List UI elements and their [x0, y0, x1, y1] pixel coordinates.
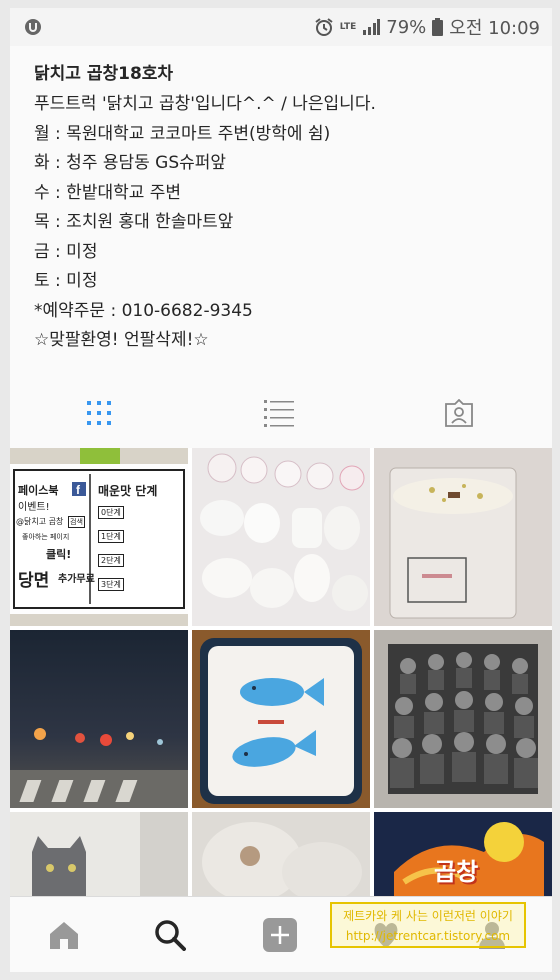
post-thumbnail[interactable]	[192, 448, 370, 626]
cat-photo	[10, 812, 188, 902]
add-post-icon	[263, 918, 297, 952]
post-text: 검색	[68, 516, 85, 528]
bio-line: 화 : 청주 용담동 GS슈퍼앞	[34, 153, 227, 173]
grid-icon	[87, 401, 111, 425]
post-text: 0단계	[98, 506, 124, 519]
post-thumbnail[interactable]: 곱창	[374, 812, 552, 902]
search-icon	[155, 920, 186, 951]
bio-line: ☆맞팔환영! 언팔삭제!☆	[34, 330, 209, 350]
bio-line: *예약주문 : 010-6682-9345	[34, 300, 253, 321]
post-grid: f 페이스북 이벤트! @닭치고 곱창 검색 좋아하는 페이지 클릭! 당면 추…	[10, 448, 552, 902]
watermark-url: http://jetrentcar.tistory.com	[345, 929, 511, 943]
candle-jar-photo	[374, 448, 552, 626]
clock: 오전 10:09	[449, 18, 540, 39]
album-cover-photo	[374, 630, 552, 808]
post-thumbnail[interactable]	[374, 630, 552, 808]
post-thumbnail[interactable]	[192, 812, 370, 902]
post-text: 추가무료	[58, 574, 95, 585]
network-type: LTE	[339, 21, 357, 32]
profile-name: 닭치고 곱창18호차	[34, 64, 174, 84]
tab-list-view[interactable]	[264, 398, 294, 428]
app-notification-icon	[25, 19, 41, 35]
bio-line: 월 : 목원대학교 코코마트 주변(방학에 쉼)	[34, 123, 331, 144]
post-thumbnail[interactable]	[10, 812, 188, 902]
rainy-street-photo	[10, 630, 188, 808]
post-text: 2단계	[98, 554, 124, 567]
post-text: 이벤트!	[18, 502, 50, 513]
post-text: 1단계	[98, 530, 124, 543]
bio-line: 수 : 한밭대학교 주변	[34, 182, 182, 203]
post-text: 곱창	[434, 858, 479, 886]
post-text: 3단계	[98, 578, 124, 591]
profile-view-tabs	[10, 370, 552, 448]
tab-tagged[interactable]	[444, 398, 474, 428]
blog-watermark: 제트카와 케 사는 이런저런 이야기 http://jetrentcar.tis…	[330, 902, 526, 948]
nav-search[interactable]	[150, 915, 190, 955]
post-text: @닭치고 곱창	[16, 517, 64, 526]
blurry-photo	[192, 812, 370, 902]
bio-line: 토 : 미정	[34, 271, 98, 291]
status-bar: LTE 79% 오전 10:09	[10, 8, 552, 46]
post-thumbnail[interactable]	[10, 630, 188, 808]
post-thumbnail[interactable]	[374, 448, 552, 626]
post-text: 매운맛 단계	[98, 484, 158, 498]
post-text: 당면	[18, 571, 50, 591]
post-thumbnail[interactable]: f 페이스북 이벤트! @닭치고 곱창 검색 좋아하는 페이지 클릭! 당면 추…	[10, 448, 188, 626]
profile-bio-card: 닭치고 곱창18호차 푸드트럭 '닭치고 곱창'입니다^.^ / 나은입니다. …	[10, 46, 552, 370]
post-text: 클릭!	[46, 548, 72, 561]
tab-grid-view[interactable]	[84, 398, 114, 428]
bio-line: 푸드트럭 '닭치고 곱창'입니다^.^ / 나은입니다.	[34, 94, 376, 114]
home-icon	[50, 922, 78, 949]
battery-icon	[432, 18, 444, 36]
post-thumbnail[interactable]	[192, 630, 370, 808]
tagged-icon	[445, 399, 473, 427]
bio-line: 금 : 미정	[34, 241, 98, 262]
watermark-line: 제트카와 케 사는 이런저런 이야기	[343, 909, 513, 923]
battery-percent: 79%	[386, 16, 427, 38]
nav-new-post[interactable]	[260, 915, 300, 955]
signal-icon	[363, 19, 381, 35]
alarm-icon	[315, 18, 333, 36]
post-text: 페이스북	[18, 484, 59, 497]
post-text: 좋아하는 페이지	[22, 533, 70, 541]
fish-soap-photo	[192, 630, 370, 808]
bio-line: 목 : 조치원 홍대 한솔마트앞	[34, 212, 234, 232]
status-indicators: LTE 79% 오전 10:09	[314, 8, 540, 46]
candles-photo	[192, 448, 370, 626]
nav-home[interactable]	[44, 915, 84, 955]
list-icon	[264, 400, 294, 427]
